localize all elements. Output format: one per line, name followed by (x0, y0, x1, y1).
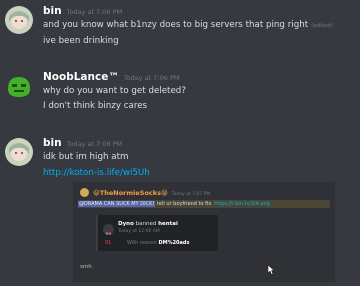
reason-prefix: With reason (126, 240, 157, 246)
message-link[interactable]: http://koton-is.life/wi5Uh (43, 168, 150, 178)
message-author[interactable]: bin Today at 7:06 PM (43, 5, 122, 17)
embed-author-name: TheNormieSocks (99, 189, 161, 197)
embed-timestamp: Today at 7:07 PM (171, 192, 211, 197)
emoji-icon: 😀 (160, 189, 168, 197)
embedded-image[interactable]: 😀TheNormieSocks😀 Today at 7:07 PM @DRAMA … (73, 182, 335, 282)
mod-action: Dyno banned hentai (118, 221, 178, 227)
message-author[interactable]: NoobLance™ Today at 7:06 PM (43, 71, 179, 83)
message-line: why do you want to get deleted? (43, 86, 186, 96)
avatar[interactable] (5, 138, 33, 166)
reason-value: DM%20ads (158, 240, 190, 246)
message-text: and you know what b1nzy does to big serv… (43, 20, 309, 30)
author-name[interactable]: bin (43, 137, 62, 149)
message-line: ive been drinking (43, 36, 119, 46)
message-text: idk but im high atm (43, 152, 129, 162)
message-line: and you know what b1nzy does to big serv… (43, 20, 333, 30)
bot-avatar (103, 224, 114, 235)
mod-log-card: Dyno banned hentai Today at 12:06 AM 01 … (96, 215, 218, 251)
author-name[interactable]: bin (43, 5, 62, 17)
emoji-icon: 😀 (93, 189, 100, 197)
chat-messages: bin Today at 7:06 PM and you know what b1… (0, 0, 360, 286)
mouse-cursor-icon (268, 265, 275, 275)
avatar[interactable] (5, 72, 33, 100)
embed-message-text: tell ur boyfriend to fix (155, 201, 212, 207)
avatar[interactable] (5, 6, 33, 34)
action-text: banned (135, 221, 157, 227)
edited-label: (edited) (311, 23, 333, 29)
mention: @DRAMA CAN SUCK MY DICK! (78, 201, 156, 207)
embed-author: 😀TheNormieSocks😀 Today at 7:07 PM (93, 189, 210, 197)
mod-time: Today at 12:06 AM (118, 229, 160, 234)
bot-icon (105, 232, 112, 235)
link-text[interactable]: http://koton-is.life/wi5Uh (43, 168, 150, 178)
bot-name: Dyno (118, 221, 134, 227)
message-text: ive been drinking (43, 36, 119, 46)
case-number: 01 (105, 240, 112, 246)
message-text: I don't think binzy cares (43, 101, 148, 111)
embed-highlighted-message: @DRAMA CAN SUCK MY DICK! tell ur boyfrie… (78, 200, 330, 208)
message-line: idk but im high atm (43, 152, 128, 162)
timestamp: Today at 7:06 PM (66, 8, 123, 16)
message-text: why do you want to get deleted? (43, 86, 186, 96)
ban-target: hentai (158, 221, 178, 227)
embed-link: https://i.bin.tv/2i4.png (214, 201, 270, 207)
message-line: I don't think binzy cares (43, 101, 147, 111)
message-author[interactable]: bin Today at 7:06 PM (43, 137, 122, 149)
author-name[interactable]: NoobLance™ (43, 71, 119, 83)
embed-footer-text: smh (80, 264, 92, 270)
timestamp: Today at 7:06 PM (123, 74, 180, 82)
embed-avatar (80, 188, 89, 197)
timestamp: Today at 7:06 PM (66, 140, 123, 148)
mod-reason: 01 With reason DM%20ads (105, 240, 189, 246)
